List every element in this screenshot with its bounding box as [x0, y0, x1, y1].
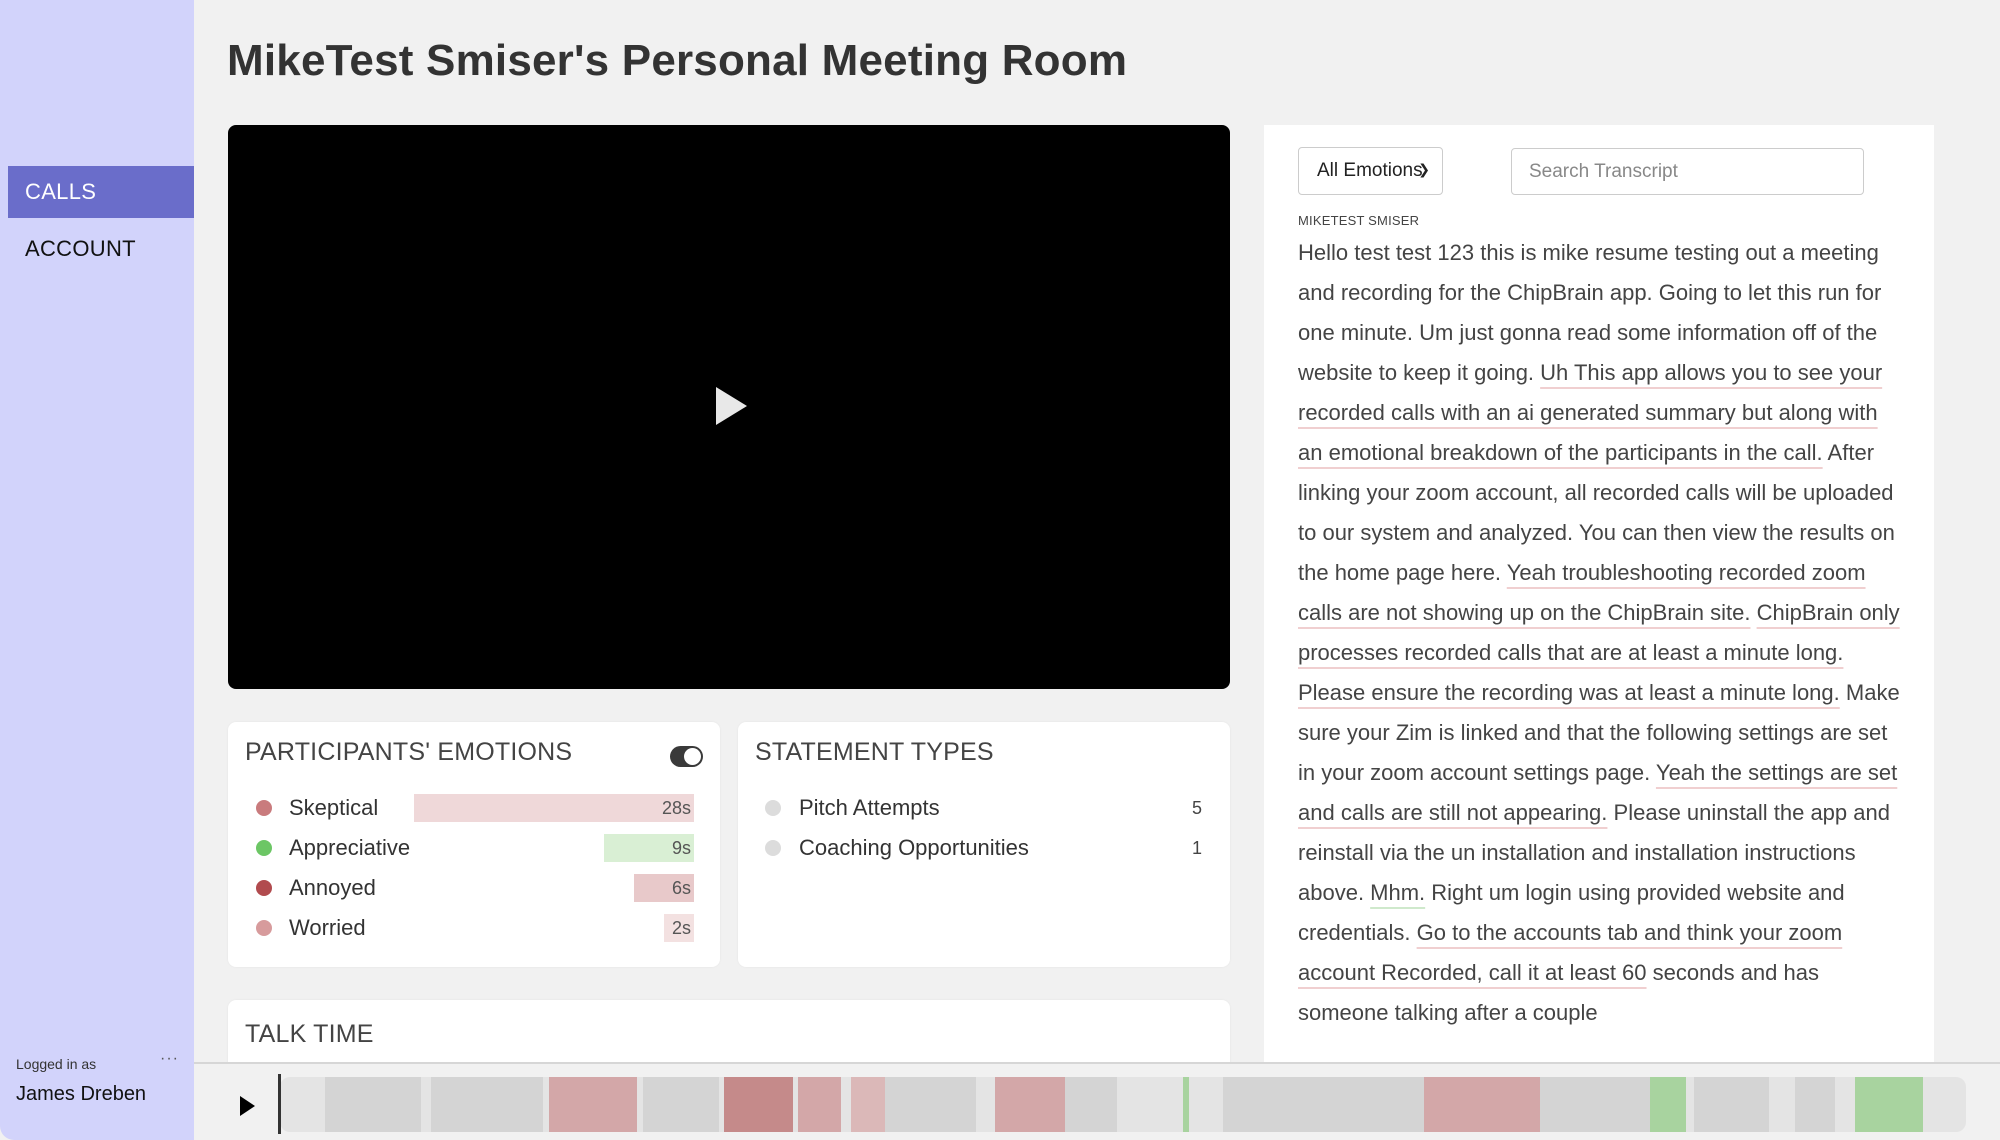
- timeline-segment-neutral[interactable]: [325, 1077, 421, 1132]
- card-title: TALK TIME: [245, 1020, 374, 1048]
- emotion-filter-select[interactable]: All Emotions ❯: [1298, 147, 1443, 195]
- statement-count: 1: [1191, 838, 1202, 858]
- emotion-row[interactable]: Annoyed 6s: [228, 873, 720, 903]
- chevron-down-icon: ❯: [1418, 161, 1430, 177]
- card-title: PARTICIPANTS' EMOTIONS: [245, 738, 573, 766]
- transcript-highlighted-segment[interactable]: Please ensure the recording was at least…: [1298, 680, 1840, 705]
- emotions-toggle[interactable]: [670, 746, 703, 767]
- transcript-text: Hello test test 123 this is mike resume …: [1298, 233, 1908, 1033]
- page-title: MikeTest Smiser's Personal Meeting Room: [227, 36, 1128, 85]
- sidebar-item-label: CALLS: [25, 179, 97, 204]
- statement-row[interactable]: Pitch Attempts 5: [738, 793, 1230, 823]
- emotion-duration: 6s: [671, 878, 691, 898]
- timeline-segment-appreciative[interactable]: [1183, 1077, 1189, 1132]
- emotion-duration: 9s: [671, 838, 691, 858]
- statement-label: Coaching Opportunities: [799, 835, 1029, 860]
- sidebar-item-calls[interactable]: CALLS: [8, 166, 194, 218]
- speaker-name: MIKETEST SMISER: [1298, 213, 1420, 228]
- emotion-row[interactable]: Worried 2s: [228, 913, 720, 943]
- sidebar: CALLS ACCOUNT Logged in as ··· James Dre…: [0, 0, 194, 1140]
- emotion-label: Appreciative: [289, 835, 411, 860]
- statement-count: 5: [1191, 798, 1202, 818]
- playhead-handle[interactable]: [278, 1074, 281, 1134]
- audio-timeline-player: [194, 1062, 2000, 1140]
- statement-dot-icon: [765, 800, 781, 816]
- statement-types-card: STATEMENT TYPES Pitch Attempts 5 Coachin…: [738, 722, 1230, 967]
- statement-row[interactable]: Coaching Opportunities 1: [738, 833, 1230, 863]
- logged-in-label: Logged in as: [16, 1056, 97, 1072]
- timeline-segment-neutral[interactable]: [884, 1077, 976, 1132]
- emotion-row[interactable]: Skeptical 28s: [228, 793, 720, 823]
- timeline-segment-skeptical[interactable]: [797, 1077, 841, 1132]
- transcript-highlighted-segment[interactable]: Mhm.: [1370, 880, 1425, 905]
- emotion-filter-value: All Emotions: [1317, 160, 1423, 181]
- timeline-segment-neutral[interactable]: [1795, 1077, 1835, 1132]
- emotion-timeline-track[interactable]: [280, 1077, 1966, 1132]
- statement-label: Pitch Attempts: [799, 795, 940, 820]
- timeline-segment-annoyed[interactable]: [723, 1077, 794, 1132]
- timeline-segment-worried[interactable]: [851, 1077, 885, 1132]
- timeline-segment-appreciative[interactable]: [1650, 1077, 1686, 1132]
- emotion-row[interactable]: Appreciative 9s: [228, 833, 720, 863]
- toggle-knob: [684, 748, 701, 765]
- timeline-segment-neutral[interactable]: [1539, 1077, 1651, 1132]
- transcript-panel: All Emotions ❯ MIKETEST SMISER Hello tes…: [1264, 125, 1934, 1062]
- user-name: James Dreben: [16, 1083, 147, 1105]
- timeline-segment-neutral[interactable]: [642, 1077, 720, 1132]
- emotion-duration-bar: [414, 794, 694, 822]
- timeline-segment-skeptical[interactable]: [995, 1077, 1065, 1132]
- timeline-segment-skeptical[interactable]: [549, 1077, 637, 1132]
- emotion-duration: 2s: [671, 918, 691, 938]
- emotion-label: Skeptical: [289, 795, 379, 820]
- emotion-dot-icon: [256, 800, 272, 816]
- participants-emotions-card: PARTICIPANTS' EMOTIONS Skeptical 28s Appre…: [228, 722, 720, 967]
- timeline-segment-neutral[interactable]: [431, 1077, 543, 1132]
- timeline-segment-skeptical[interactable]: [1423, 1077, 1540, 1132]
- emotion-dot-icon: [256, 920, 272, 936]
- emotion-dot-icon: [256, 880, 272, 896]
- emotion-label: Annoyed: [289, 875, 376, 900]
- emotion-duration: 28s: [661, 798, 691, 818]
- more-options-icon[interactable]: ···: [160, 1050, 179, 1068]
- play-icon[interactable]: [240, 1096, 255, 1116]
- emotion-dot-icon: [256, 840, 272, 856]
- timeline-segment-neutral[interactable]: [1065, 1077, 1117, 1132]
- timeline-segment-neutral[interactable]: [1222, 1077, 1424, 1132]
- sidebar-item-account[interactable]: ACCOUNT: [8, 223, 194, 275]
- sidebar-item-label: ACCOUNT: [25, 236, 136, 261]
- statement-dot-icon: [765, 840, 781, 856]
- video-play-icon[interactable]: [716, 387, 747, 425]
- timeline-segment-appreciative[interactable]: [1855, 1077, 1923, 1132]
- search-transcript-input[interactable]: [1511, 148, 1864, 195]
- timeline-segment-neutral[interactable]: [1694, 1077, 1770, 1132]
- card-title: STATEMENT TYPES: [755, 738, 994, 766]
- emotion-label: Worried: [289, 915, 366, 940]
